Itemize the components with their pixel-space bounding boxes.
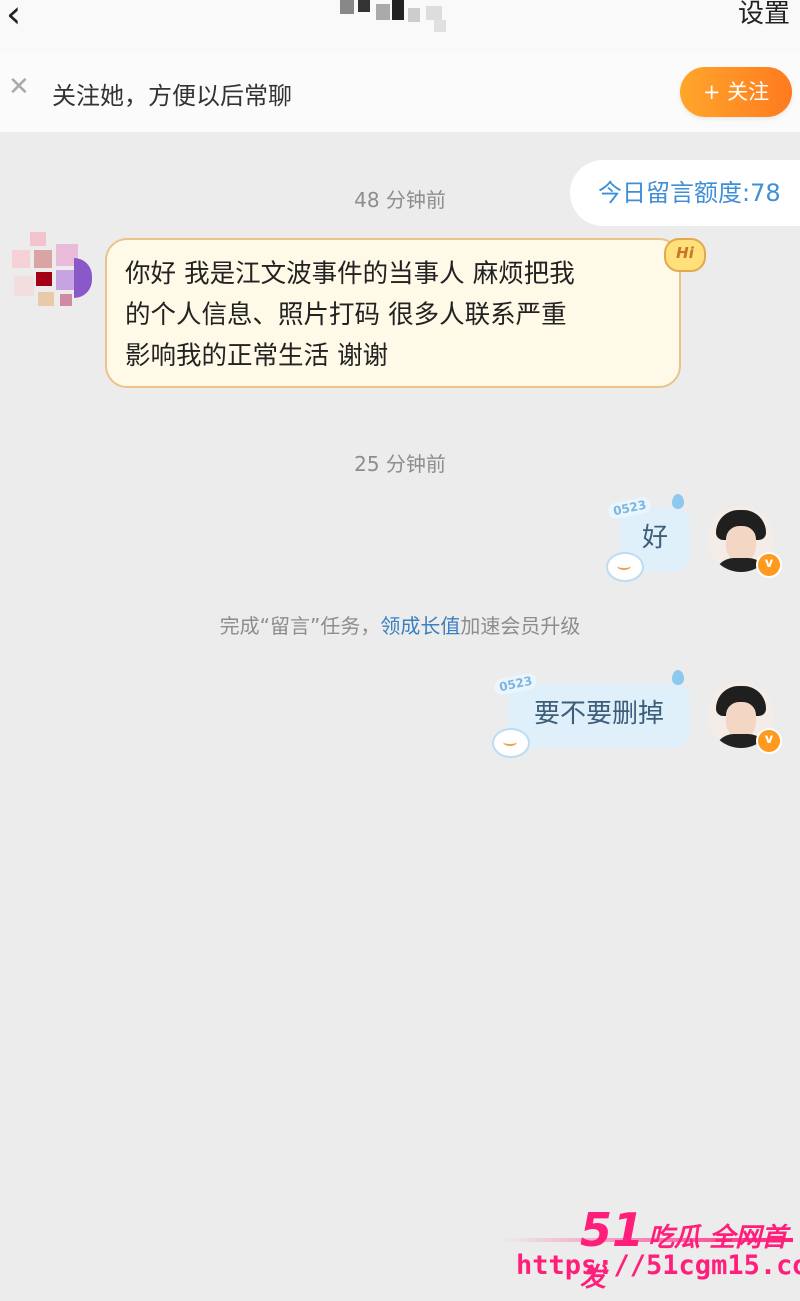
notice-suffix: 加速会员升级 [460,614,581,638]
top-bar: ‹ 设置 [0,0,800,53]
settings-button[interactable]: 设置 [738,0,790,28]
vip-badge-icon: v [756,728,782,754]
task-notice: 完成“留言”任务，领成长值加速会员升级 [0,610,800,639]
avatar-face [726,526,756,562]
watermark-url: https://51cgm15.com [516,1250,800,1281]
message-timestamp: 25 分钟前 [354,452,446,476]
hi-sticker-icon: Hi [664,238,706,272]
notice-prefix: 完成“留言”任务， [219,614,381,638]
chevron-left-icon[interactable]: ‹ [6,0,42,36]
notice-link[interactable]: 领成长值 [380,614,460,638]
message-timestamp: 48 分钟前 [354,188,446,212]
follow-prompt-bar: ✕ 关注她，方便以后常聊 + 关注 [0,52,800,132]
follow-button[interactable]: + 关注 [680,67,792,117]
message-line: 影响我的正常生活 谢谢 [125,341,389,371]
ghost-sticker-icon [492,728,530,758]
close-icon[interactable]: ✕ [8,72,30,102]
sent-message-bubble[interactable]: 要不要删掉 [508,684,690,748]
watermark-number: 51 [580,1203,645,1257]
ghost-sticker-icon [606,552,644,582]
water-drop-icon [672,494,684,509]
follow-prompt-text: 关注她，方便以后常聊 [52,82,292,110]
received-message-bubble[interactable]: 你好 我是江文波事件的当事人 麻烦把我 的个人信息、照片打码 很多人联系严重 影… [105,238,681,388]
message-line: 的个人信息、照片打码 很多人联系严重 [125,300,567,330]
avatar-face [726,702,756,738]
pixelated-username [340,0,450,34]
sender-avatar[interactable] [12,232,92,312]
vip-badge-icon: v [756,552,782,578]
water-drop-icon [672,670,684,685]
message-text: 要不要删掉 [533,699,664,729]
message-text: 好 [641,523,668,553]
watermark-divider [503,1238,793,1242]
message-line: 你好 我是江文波事件的当事人 麻烦把我 [125,259,575,289]
